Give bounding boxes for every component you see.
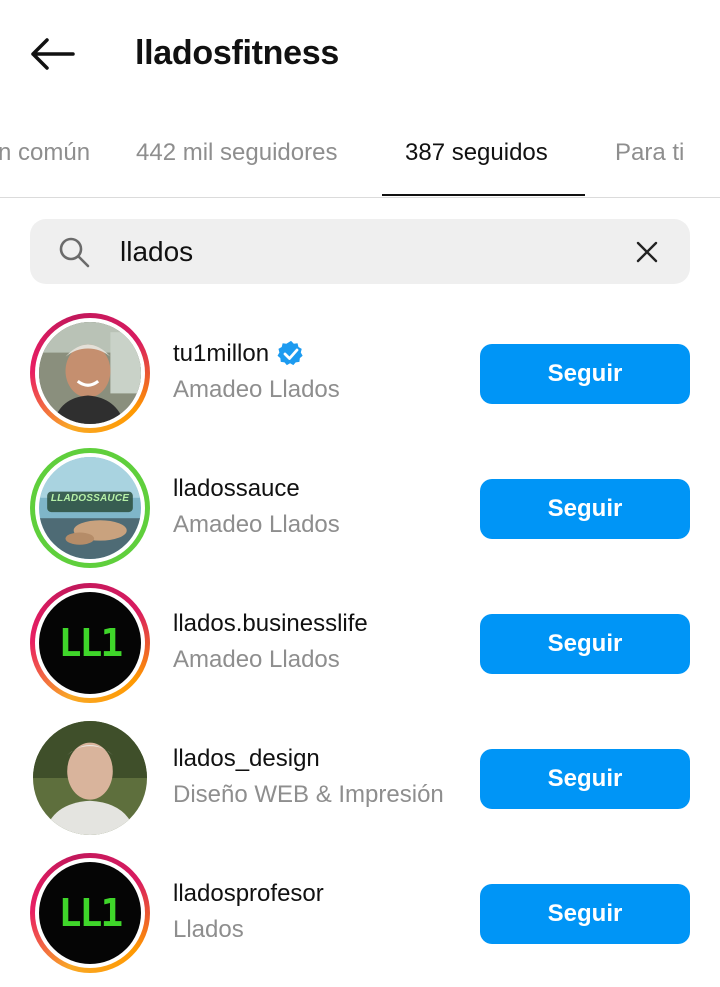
follow-button[interactable]: Seguir	[480, 614, 690, 674]
follow-button[interactable]: Seguir	[480, 479, 690, 539]
username[interactable]: lladosprofesor	[173, 879, 324, 909]
page-title: lladosfitness	[135, 34, 339, 72]
username[interactable]: lladossauce	[173, 474, 300, 504]
arrow-left-icon	[31, 38, 75, 70]
avatar	[33, 721, 147, 835]
active-tab-indicator	[382, 194, 585, 196]
account-list: tu1millon Amadeo Llados Seguir LLADOSSAU…	[0, 305, 720, 980]
full-name: Amadeo Llados	[173, 376, 340, 403]
story-ring[interactable]: LLADOSSAUCE	[30, 448, 150, 568]
username[interactable]: llados_design	[173, 744, 320, 774]
avatar	[39, 322, 141, 424]
tab-following[interactable]: 387 seguidos	[405, 138, 548, 168]
tab-followers[interactable]: 442 mil seguidores	[136, 138, 337, 168]
follow-button[interactable]: Seguir	[480, 749, 690, 809]
back-button[interactable]	[24, 30, 80, 78]
search-bar	[30, 219, 690, 284]
logo-text: LL1	[58, 891, 124, 935]
avatar: LLADOSSAUCE	[39, 457, 141, 559]
avatar-text: LLADOSSAUCE	[50, 493, 130, 504]
header: lladosfitness	[0, 0, 720, 108]
full-name: Amadeo Llados	[173, 646, 340, 673]
story-ring[interactable]: LL1	[30, 583, 150, 703]
story-ring[interactable]	[30, 313, 150, 433]
username-text: llados_design	[173, 745, 320, 772]
list-item[interactable]: tu1millon Amadeo Llados Seguir	[0, 305, 720, 440]
search-icon	[59, 237, 90, 268]
tab-for-you[interactable]: Para ti	[615, 138, 684, 168]
logo-text: LL1	[58, 621, 124, 665]
follow-button[interactable]: Seguir	[480, 344, 690, 404]
close-icon[interactable]	[630, 235, 664, 269]
username-text: llados.businesslife	[173, 610, 368, 637]
username[interactable]: llados.businesslife	[173, 609, 368, 639]
avatar: LL1	[39, 592, 141, 694]
avatar-frame[interactable]	[30, 718, 150, 838]
full-name: Llados	[173, 916, 244, 943]
list-item[interactable]: llados_design Diseño WEB & Impresión Seg…	[0, 710, 720, 845]
username-text: lladossauce	[173, 475, 300, 502]
full-name: Amadeo Llados	[173, 511, 340, 538]
avatar: LL1	[39, 862, 141, 964]
tab-bar: n común 442 mil seguidores 387 seguidos …	[0, 108, 720, 198]
search-input[interactable]	[120, 229, 620, 274]
verified-badge-icon	[277, 340, 303, 366]
story-ring[interactable]: LL1	[30, 853, 150, 973]
username-text: lladosprofesor	[173, 880, 324, 907]
list-item[interactable]: LLADOSSAUCE lladossauce Amadeo Llados Se…	[0, 440, 720, 575]
full-name: Diseño WEB & Impresión	[173, 781, 444, 808]
list-item[interactable]: LL1 lladosprofesor Llados Seguir	[0, 845, 720, 980]
list-item[interactable]: LL1 llados.businesslife Amadeo Llados Se…	[0, 575, 720, 710]
follow-button[interactable]: Seguir	[480, 884, 690, 944]
tab-in-common[interactable]: n común	[0, 138, 90, 168]
username-text: tu1millon	[173, 340, 270, 367]
username[interactable]: tu1millon	[173, 339, 305, 369]
